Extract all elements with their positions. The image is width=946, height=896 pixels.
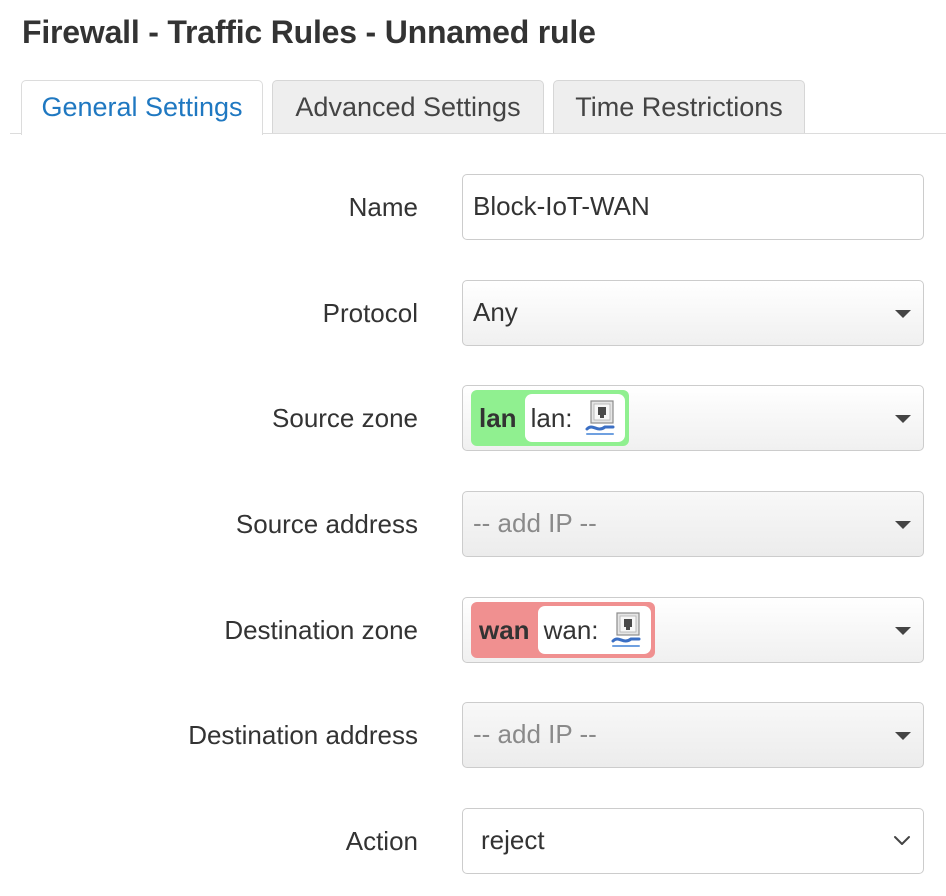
source-zone-select[interactable]: lan lan:: [462, 385, 924, 451]
destination-address-label: Destination address: [188, 720, 418, 750]
tab-general-settings[interactable]: General Settings: [21, 80, 263, 135]
protocol-value: Any: [473, 297, 518, 327]
source-zone-network: lan:: [524, 394, 625, 442]
tab-bar: General Settings Advanced Settings Time …: [0, 80, 946, 135]
ethernet-port-icon: [611, 612, 640, 647]
destination-zone-name: wan: [479, 614, 530, 645]
source-address-label: Source address: [235, 509, 418, 539]
protocol-select[interactable]: Any: [462, 280, 924, 346]
destination-zone-network-label: wan:: [543, 614, 599, 645]
action-value: reject: [481, 825, 545, 855]
name-value: Block-IoT-WAN: [473, 191, 650, 221]
source-zone-label: Source zone: [272, 403, 418, 433]
action-row: Action reject: [0, 808, 946, 874]
caret-down-icon: [895, 415, 911, 423]
caret-down-icon: [895, 732, 911, 740]
source-address-placeholder: -- add IP --: [473, 508, 597, 538]
protocol-row: Protocol Any: [0, 280, 946, 346]
destination-zone-network: wan:: [537, 606, 651, 654]
source-zone-name: lan: [479, 402, 517, 433]
name-label: Name: [348, 192, 418, 222]
source-zone-network-label: lan:: [530, 402, 573, 433]
chevron-down-icon: [894, 836, 910, 845]
destination-zone-label: Destination zone: [224, 615, 418, 645]
tab-time-restrictions[interactable]: Time Restrictions: [553, 80, 805, 133]
destination-address-placeholder: -- add IP --: [473, 719, 597, 749]
ethernet-port-icon: [585, 400, 614, 435]
name-input[interactable]: Block-IoT-WAN: [462, 174, 924, 240]
destination-zone-select[interactable]: wan wan:: [462, 597, 924, 663]
destination-zone-badge: wan wan:: [471, 602, 655, 658]
destination-address-select[interactable]: -- add IP --: [462, 702, 924, 768]
caret-down-icon: [895, 627, 911, 635]
page-title: Firewall - Traffic Rules - Unnamed rule: [22, 14, 596, 50]
action-select[interactable]: reject: [462, 808, 924, 874]
source-zone-badge: lan lan:: [471, 390, 629, 446]
destination-zone-row: Destination zone wan wan:: [0, 597, 946, 663]
source-zone-row: Source zone lan lan:: [0, 385, 946, 451]
protocol-label: Protocol: [322, 298, 418, 328]
caret-down-icon: [895, 310, 911, 318]
source-address-select[interactable]: -- add IP --: [462, 491, 924, 557]
name-row: Name Block-IoT-WAN: [0, 174, 946, 240]
action-label: Action: [345, 826, 418, 856]
tab-advanced-settings[interactable]: Advanced Settings: [272, 80, 544, 133]
destination-address-row: Destination address -- add IP --: [0, 702, 946, 768]
caret-down-icon: [895, 521, 911, 529]
source-address-row: Source address -- add IP --: [0, 491, 946, 557]
